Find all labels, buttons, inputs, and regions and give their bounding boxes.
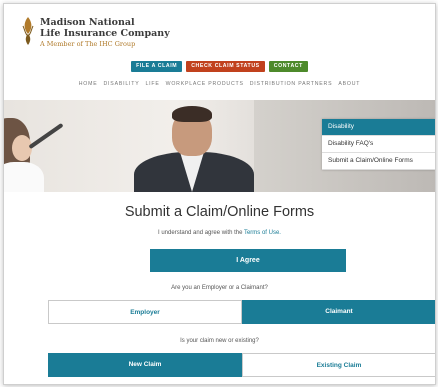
role-question: Are you an Employer or a Claimant? [171,285,268,291]
file-claim-button[interactable]: FILE A CLAIM [131,61,183,72]
claimant-button[interactable]: Claimant [242,300,435,324]
logo-tagline: A Member of The IHC Group [40,40,136,48]
nav-home[interactable]: HOME [79,81,98,87]
new-claim-button[interactable]: New Claim [48,353,242,377]
nav-workplace-products[interactable]: WORKPLACE PRODUCTS [166,81,244,87]
check-claim-status-button[interactable]: CHECK CLAIM STATUS [186,61,265,72]
main-nav: HOME DISABILITY LIFE WORKPLACE PRODUCTS … [4,81,435,87]
section-side-menu: Disability Disability FAQ's Submit a Cla… [322,119,435,170]
logo-name-line1: Madison National [40,17,135,28]
nav-disability[interactable]: DISABILITY [104,81,140,87]
action-buttons: FILE A CLAIM CHECK CLAIM STATUS CONTACT [4,61,435,72]
leaf-logo-icon [22,17,34,45]
page-title: Submit a Claim/Online Forms [124,204,315,220]
side-menu-disability-faqs[interactable]: Disability FAQ's [322,136,435,153]
nav-life[interactable]: LIFE [145,81,159,87]
side-menu-disability[interactable]: Disability [322,119,435,136]
role-toggle: Employer Claimant [48,300,435,324]
nav-about[interactable]: ABOUT [338,81,360,87]
i-agree-button[interactable]: I Agree [150,249,346,272]
existing-claim-button[interactable]: Existing Claim [242,353,435,377]
claim-type-toggle: New Claim Existing Claim [48,353,435,377]
logo-name-line2: Life Insurance Company [40,28,170,39]
nav-distribution-partners[interactable]: DISTRIBUTION PARTNERS [250,81,333,87]
side-menu-submit-claim[interactable]: Submit a Claim/Online Forms [322,153,435,170]
contact-button[interactable]: CONTACT [268,61,308,72]
claim-type-question: Is your claim new or existing? [180,338,259,344]
terms-of-use-link[interactable]: Terms of Use. [244,230,281,236]
browser-frame: Madison National Life Insurance Company … [3,3,436,385]
terms-agreement-text: I understand and agree with the Terms of… [4,230,435,236]
employer-button[interactable]: Employer [48,300,242,324]
terms-prefix: I understand and agree with the [158,230,244,236]
